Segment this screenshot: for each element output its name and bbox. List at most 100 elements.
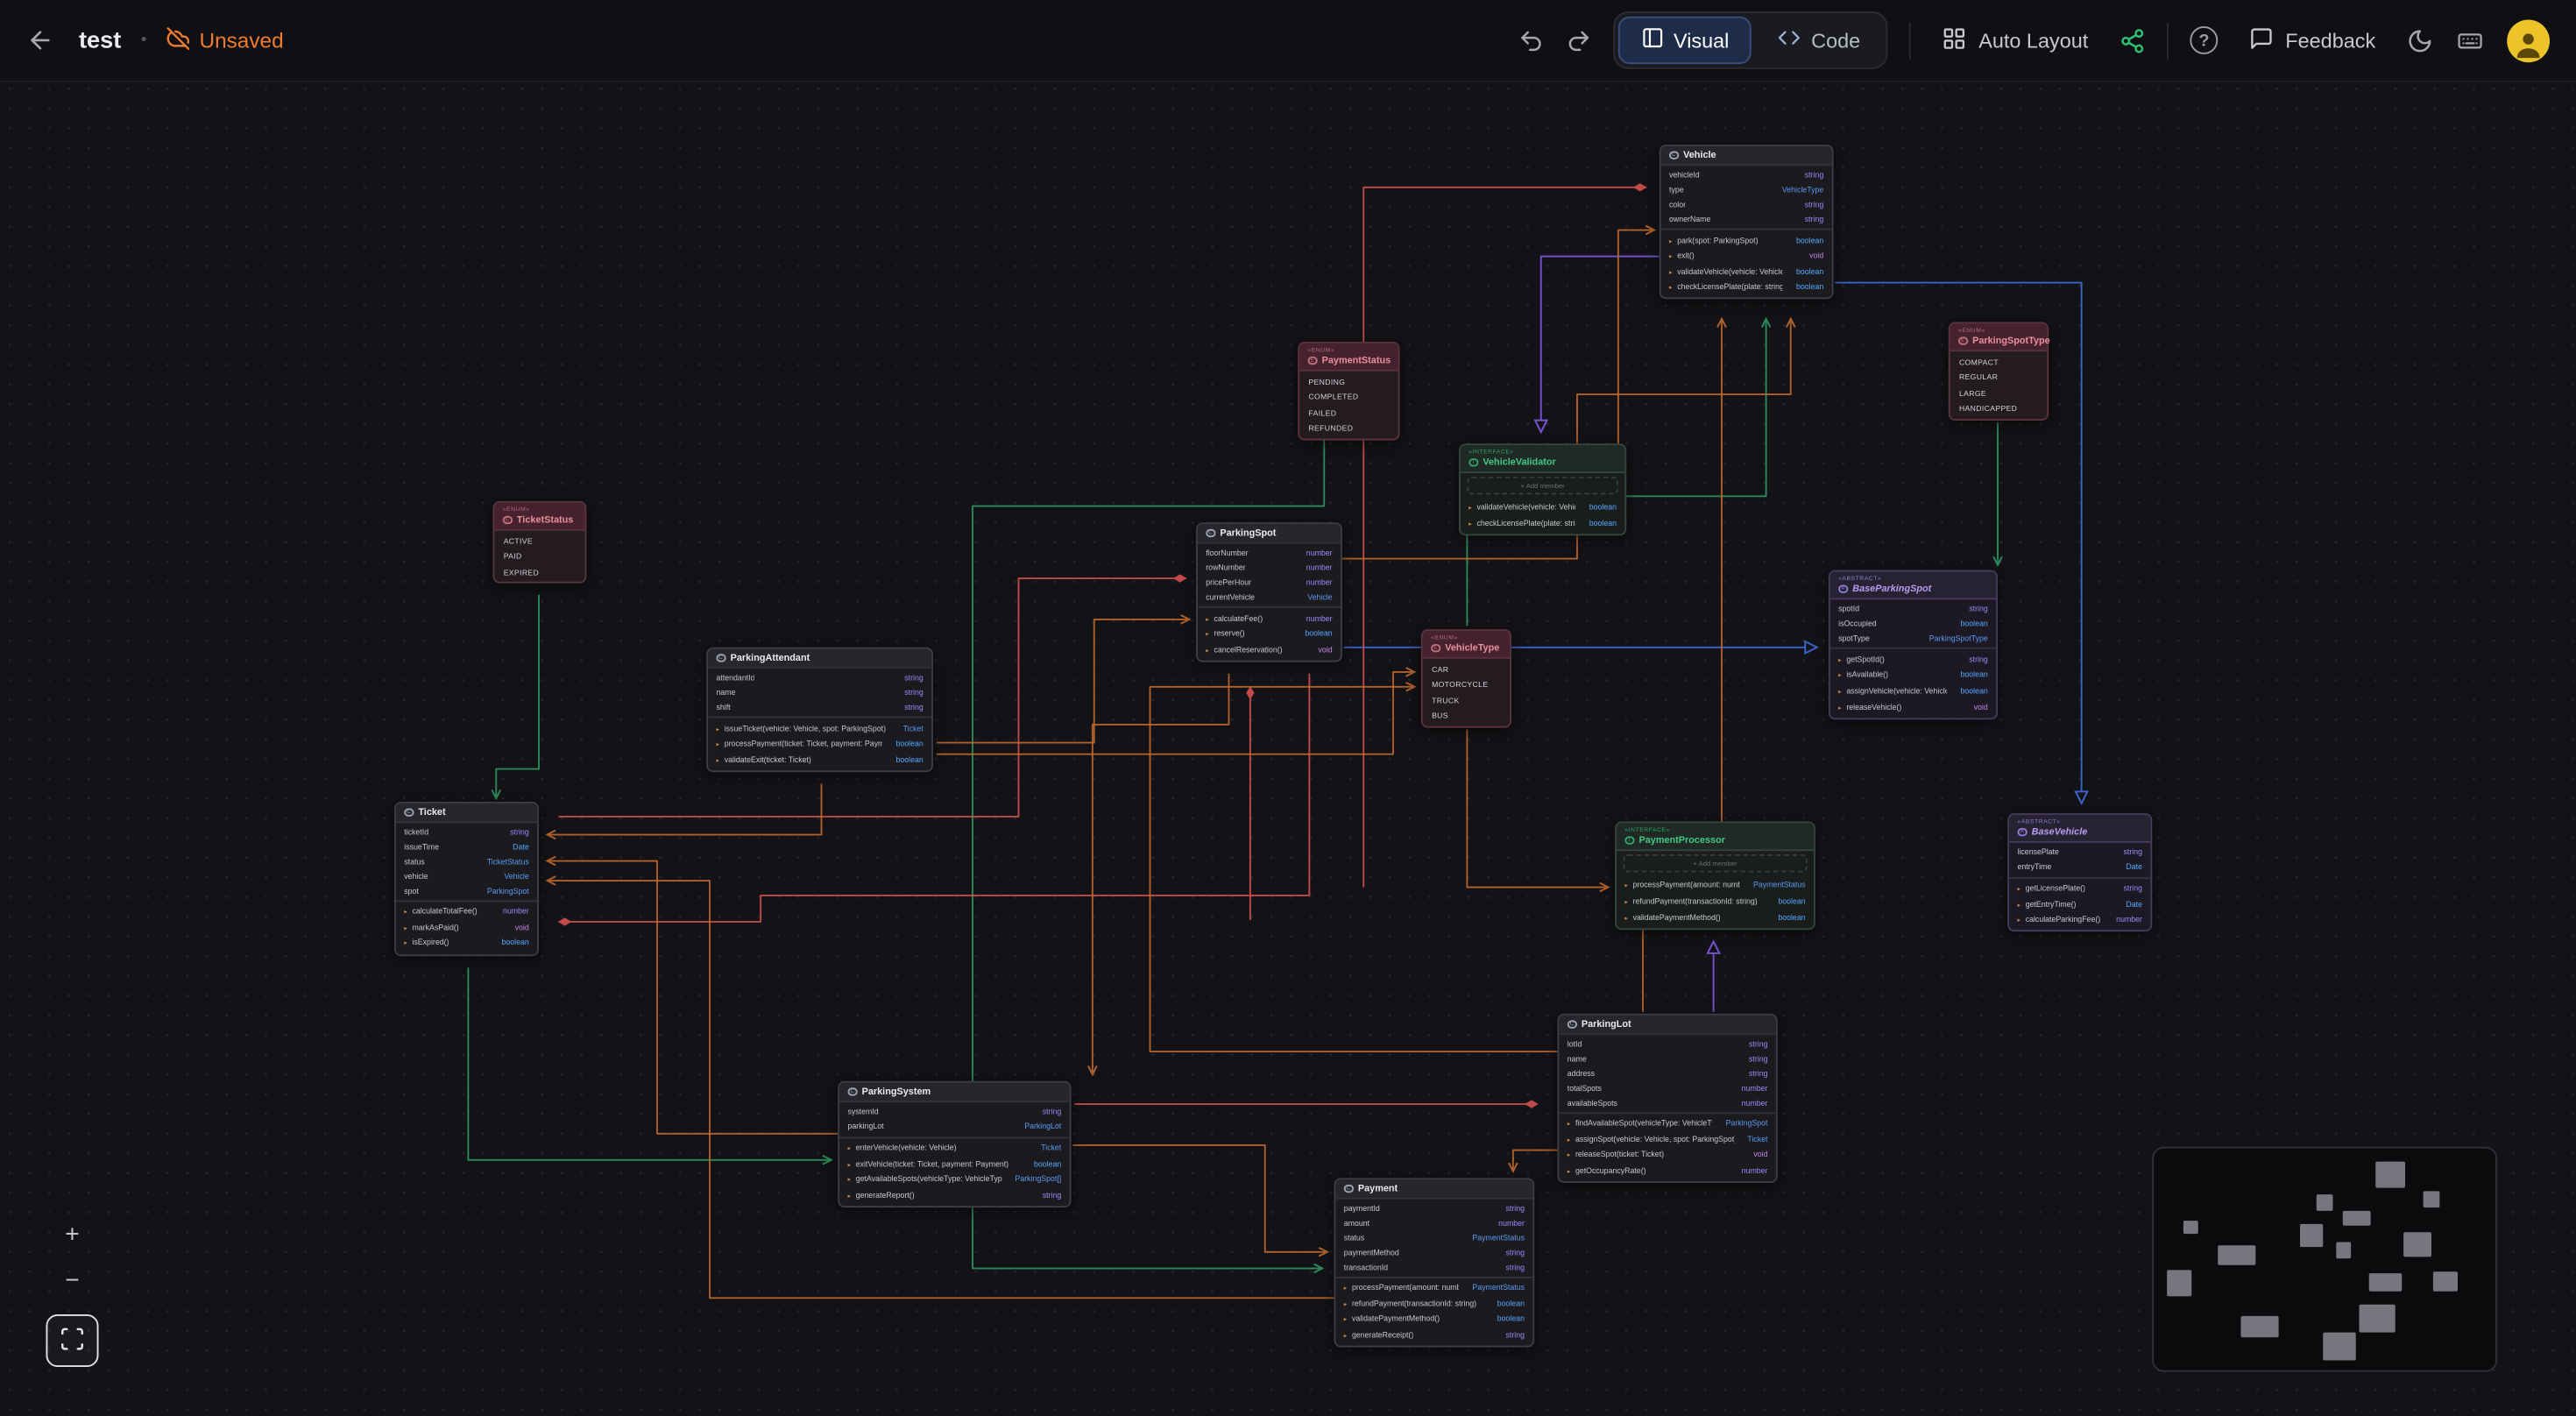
fit-view-button[interactable] — [46, 1314, 99, 1367]
method-row[interactable]: ▸getOccupancyRate()number — [1559, 1164, 1776, 1179]
zoom-out-button[interactable]: − — [51, 1262, 94, 1298]
class-node-Vehicle[interactable]: CVehiclevehicleIdstringtypeVehicleTypeco… — [1660, 145, 1834, 300]
class-node-ParkingAttendant[interactable]: CParkingAttendant attendantIdstringnamest… — [706, 648, 933, 773]
enum-value-row[interactable]: PENDING — [1299, 374, 1398, 390]
field-row[interactable]: amountnumber — [1335, 1216, 1532, 1230]
abstract-node-BaseVehicle[interactable]: «ABSTRACT»ABaseVehicle licensePlatestring… — [2007, 813, 2152, 932]
method-row[interactable]: ▸validatePaymentMethod()boolean — [1617, 910, 1814, 925]
method-row[interactable]: ▸getSpotId()string — [1830, 652, 1996, 668]
field-row[interactable]: vehicleIdstring — [1661, 168, 1832, 182]
method-row[interactable]: ▸cancelReservation()void — [1198, 642, 1341, 658]
add-member-button[interactable]: + Add member — [1467, 477, 1618, 495]
minimap[interactable] — [2152, 1147, 2497, 1372]
class-node-Ticket[interactable]: CTicketticketIdstringissueTimeDatestatus… — [394, 802, 539, 956]
undo-button[interactable] — [1518, 27, 1544, 53]
enum-value-row[interactable]: LARGE — [1950, 385, 2048, 400]
method-row[interactable]: ▸refundPayment(transactionId: string)boo… — [1335, 1296, 1532, 1312]
field-row[interactable]: spotParkingSpot — [396, 883, 537, 897]
node-header[interactable]: CParkingAttendant — [708, 649, 931, 669]
back-button[interactable] — [26, 26, 54, 54]
enum-value-row[interactable]: PAID — [494, 549, 584, 564]
interface-node-PaymentProcessor[interactable]: «INTERFACE»IPaymentProcessor + Add member… — [1615, 822, 1815, 930]
field-row[interactable]: addressstring — [1559, 1066, 1776, 1080]
field-row[interactable]: entryTimeDate — [2009, 860, 2150, 874]
field-row[interactable]: paymentMethodstring — [1335, 1245, 1532, 1259]
method-row[interactable]: ▸getAvailableSpots(vehicleType: VehicleT… — [839, 1172, 1070, 1187]
enum-value-row[interactable]: HANDICAPPED — [1950, 400, 2048, 416]
method-row[interactable]: ▸refundPayment(transactionId: string)boo… — [1617, 894, 1814, 910]
method-row[interactable]: ▸markAsPaid()void — [396, 920, 537, 936]
node-header[interactable]: «ENUM»EVehicleType — [1423, 631, 1510, 659]
field-row[interactable]: attendantIdstring — [708, 671, 931, 685]
enum-value-row[interactable]: EXPIRED — [494, 564, 584, 580]
enum-value-row[interactable]: COMPACT — [1950, 354, 2048, 370]
field-row[interactable]: systemIdstring — [839, 1105, 1070, 1119]
node-header[interactable]: «ABSTRACT»ABaseParkingSpot — [1830, 572, 1996, 600]
interface-node-VehicleValidator[interactable]: «INTERFACE»IVehicleValidator + Add member… — [1459, 443, 1626, 535]
field-row[interactable]: namestring — [708, 685, 931, 699]
field-row[interactable]: issueTimeDate — [396, 840, 537, 854]
method-row[interactable]: ▸checkLicensePlate(plate: string)boolean — [1661, 280, 1832, 295]
method-row[interactable]: ▸generateReport()string — [839, 1187, 1070, 1203]
field-row[interactable]: rowNumbernumber — [1198, 561, 1341, 575]
enum-node-TicketStatus[interactable]: «ENUM»ETicketStatus ACTIVEPAIDEXPIRED — [493, 501, 587, 584]
method-row[interactable]: ▸enterVehicle(vehicle: Vehicle)Ticket — [839, 1140, 1070, 1156]
node-header[interactable]: «ABSTRACT»ABaseVehicle — [2009, 815, 2150, 843]
enum-value-row[interactable]: ACTIVE — [494, 534, 584, 549]
share-button[interactable] — [2120, 27, 2146, 53]
class-node-Payment[interactable]: CPaymentpaymentIdstringamountnumberstatu… — [1334, 1178, 1535, 1348]
redo-button[interactable] — [1565, 27, 1591, 53]
method-row[interactable]: ▸assignVehicle(vehicle: Vehicle)boolean — [1830, 683, 1996, 699]
tab-code[interactable]: Code — [1755, 17, 1883, 64]
method-row[interactable]: ▸isAvailable()boolean — [1830, 668, 1996, 683]
field-row[interactable]: totalSpotsnumber — [1559, 1080, 1776, 1094]
field-row[interactable]: statusPaymentStatus — [1335, 1230, 1532, 1244]
enum-value-row[interactable]: BUS — [1423, 708, 1510, 724]
method-row[interactable]: ▸generateReceipt()string — [1335, 1328, 1532, 1343]
node-header[interactable]: CVehicle — [1661, 146, 1832, 166]
field-row[interactable]: spotTypeParkingSpotType — [1830, 631, 1996, 645]
field-row[interactable]: vehicleVehicle — [396, 869, 537, 883]
keyboard-shortcuts-button[interactable] — [2454, 27, 2486, 53]
method-row[interactable]: ▸releaseSpot(ticket: Ticket)void — [1559, 1148, 1776, 1164]
method-row[interactable]: ▸calculateFee()number — [1198, 611, 1341, 627]
field-row[interactable]: transactionIdstring — [1335, 1259, 1532, 1273]
method-row[interactable]: ▸assignSpot(vehicle: Vehicle, spot: Park… — [1559, 1132, 1776, 1148]
method-row[interactable]: ▸validatePaymentMethod()boolean — [1335, 1312, 1532, 1328]
method-row[interactable]: ▸isExpired()boolean — [396, 936, 537, 952]
field-row[interactable]: parkingLotParkingLot — [839, 1119, 1070, 1133]
method-row[interactable]: ▸processPayment(ticket: Ticket, payment:… — [708, 737, 931, 753]
method-row[interactable]: ▸calculateTotalFee()number — [396, 904, 537, 920]
feedback-button[interactable]: Feedback — [2240, 24, 2386, 57]
class-node-ParkingSpot[interactable]: CParkingSpot floorNumbernumberrowNumbernu… — [1196, 522, 1342, 662]
field-row[interactable]: namestring — [1559, 1052, 1776, 1066]
method-row[interactable]: ▸releaseVehicle()void — [1830, 699, 1996, 715]
method-row[interactable]: ▸validateVehicle(vehicle: Vehicle)boolea… — [1661, 264, 1832, 280]
node-header[interactable]: «INTERFACE»IPaymentProcessor — [1617, 823, 1814, 851]
field-row[interactable]: floorNumbernumber — [1198, 546, 1341, 560]
enum-node-PaymentStatus[interactable]: «ENUM»EPaymentStatusPENDINGCOMPLETEDFAIL… — [1298, 342, 1399, 440]
method-row[interactable]: ▸getEntryTime()Date — [2009, 896, 2150, 912]
field-row[interactable]: statusTicketStatus — [396, 854, 537, 868]
field-row[interactable]: currentVehicleVehicle — [1198, 590, 1341, 604]
enum-node-VehicleType[interactable]: «ENUM»EVehicleTypeCARMOTORCYCLETRUCKBUS — [1421, 629, 1511, 727]
add-member-button[interactable]: + Add member — [1624, 854, 1808, 873]
enum-value-row[interactable]: COMPLETED — [1299, 389, 1398, 405]
tab-visual[interactable]: Visual — [1617, 17, 1752, 64]
method-row[interactable]: ▸processPayment(amount: number)PaymentSt… — [1335, 1280, 1532, 1296]
node-header[interactable]: CParkingSpot — [1198, 524, 1341, 544]
field-row[interactable]: licensePlatestring — [2009, 846, 2150, 860]
node-header[interactable]: «INTERFACE»IVehicleValidator — [1461, 445, 1625, 473]
field-row[interactable]: ownerNamestring — [1661, 212, 1832, 226]
node-header[interactable]: «ENUM»ETicketStatus — [494, 503, 584, 531]
zoom-in-button[interactable]: + — [51, 1216, 94, 1252]
method-row[interactable]: ▸findAvailableSpot(vehicleType: VehicleT… — [1559, 1116, 1776, 1132]
method-row[interactable]: ▸validateExit(ticket: Ticket)boolean — [708, 753, 931, 768]
field-row[interactable]: pricePerHournumber — [1198, 575, 1341, 589]
auto-layout-button[interactable]: Auto Layout — [1933, 24, 2098, 57]
node-header[interactable]: CPayment — [1335, 1179, 1532, 1200]
field-row[interactable]: availableSpotsnumber — [1559, 1095, 1776, 1109]
method-row[interactable]: ▸calculateParkingFee()number — [2009, 912, 2150, 928]
help-button[interactable]: ? — [2190, 26, 2219, 54]
method-row[interactable]: ▸park(spot: ParkingSpot)boolean — [1661, 233, 1832, 249]
